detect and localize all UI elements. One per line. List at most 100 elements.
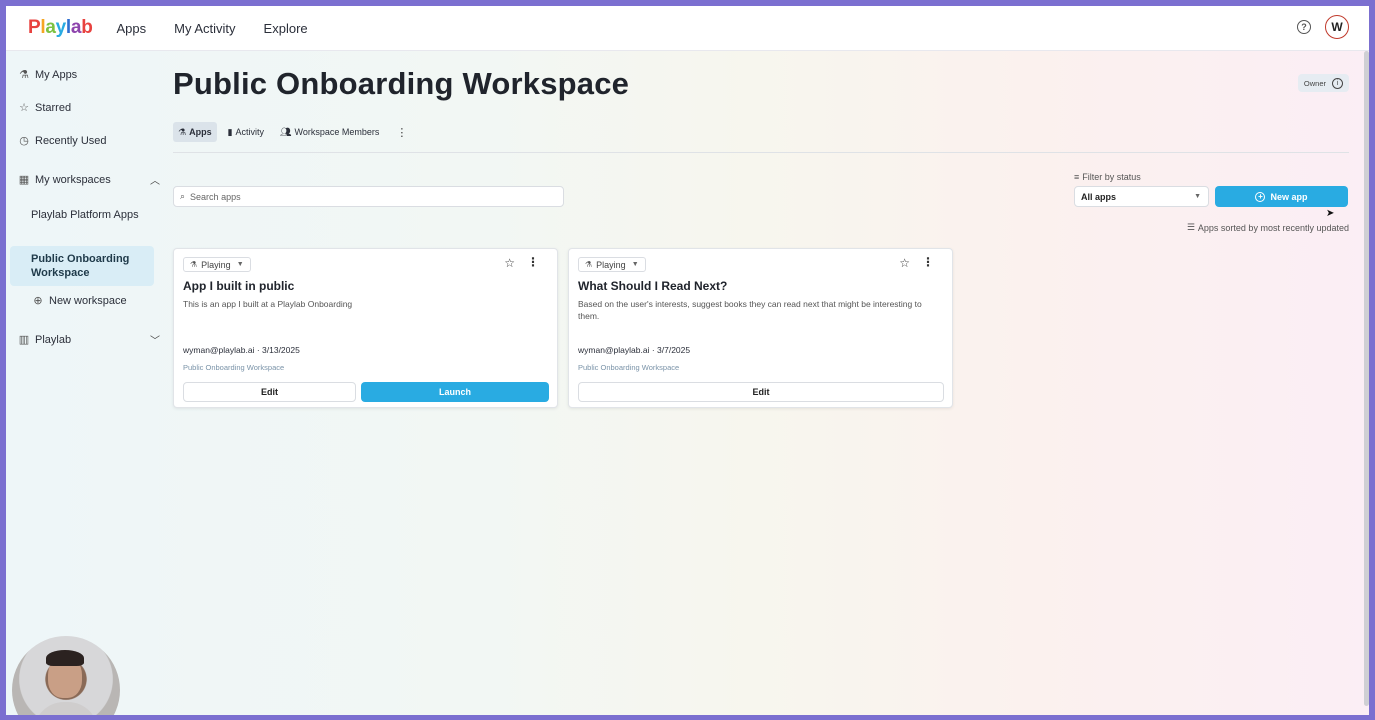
filter-icon: ≡ [1074,172,1080,182]
grid-icon: ▦ [18,174,30,186]
webcam-person-hair [46,650,84,666]
nav-my-activity[interactable]: My Activity [174,21,235,36]
more-options-icon[interactable]: ⋮ [396,126,407,139]
chevron-down-icon: ▼ [631,261,639,268]
flask-icon: ⚗ [178,126,187,137]
chevron-down-icon: ▼ [1194,193,1201,200]
content-area: ⚗ My Apps ☆ Starred ◷ Recently Used ▦ My… [6,51,1369,715]
logo-letter: P [28,17,41,38]
app-meta: wyman@playlab.ai · 3/7/2025 [578,345,691,355]
logo-letter: b [81,17,93,38]
playlab-logo[interactable]: Playlab [28,17,93,39]
plus-circle-icon: ⊕ [33,295,43,307]
tab-label: Workspace Members [294,127,380,137]
main-panel: Public Onboarding Workspace Owner i ⚗ Ap… [173,51,1349,715]
sidebar-item-new-workspace[interactable]: ⊕ New workspace [32,294,127,308]
edit-button[interactable]: Edit [578,382,944,402]
search-box[interactable]: ⌕ [173,186,564,207]
main-nav: Apps My Activity Explore [117,21,336,36]
star-icon[interactable]: ☆ [899,256,910,270]
new-app-button[interactable]: + New app [1215,186,1348,207]
status-filter-value: All apps [1081,191,1117,202]
sidebar-item-label: My workspaces [35,173,111,186]
star-icon: ☆ [19,102,29,114]
status-badge[interactable]: ⚗ Playing ▼ [578,257,646,272]
search-icon: ⌕ [180,191,186,201]
sidebar-item-label: Starred [35,101,72,114]
status-badge-label: Playing [201,259,231,270]
page-scrollbar[interactable] [1364,51,1369,706]
status-filter-select[interactable]: All apps ▼ [1074,186,1209,207]
app-workspace: Public Onboarding Workspace [183,363,285,372]
webcam-person-body [34,702,98,715]
sidebar-item-label: Recently Used [35,134,107,147]
top-navigation-bar: Playlab Apps My Activity Explore ? W [6,6,1369,51]
sidebar-item-label: My Apps [35,68,78,81]
sidebar-workspace-public-onboarding[interactable]: Public Onboarding Workspace [10,246,154,286]
building-icon: ▥ [18,334,30,346]
top-right-controls: ? W [1297,15,1349,39]
sidebar-workspace-playlab-platform-apps[interactable]: Playlab Platform Apps [10,202,154,228]
sidebar-item-starred[interactable]: ☆ Starred [18,101,72,115]
tab-apps[interactable]: ⚗ Apps [173,122,217,142]
sidebar-item-my-workspaces[interactable]: ▦ My workspaces ︿ [18,173,160,188]
chevron-up-icon[interactable]: ︿ [150,172,160,187]
plus-circle-icon: + [1255,191,1266,202]
sort-note-text: Apps sorted by most recently updated [1197,222,1349,233]
app-description: This is an app I built at a Playlab Onbo… [183,299,353,309]
info-icon[interactable]: i [1332,77,1343,89]
nav-apps[interactable]: Apps [117,21,147,36]
sort-icon: ☰ [1186,222,1195,232]
sort-note: ☰ Apps sorted by most recently updated [1187,222,1349,233]
app-card: ⚗ Playing ▼ ☆ ⋮ What Should I Read Next?… [568,248,953,408]
app-description: Based on the user's interests, suggest b… [578,299,922,321]
sidebar-item-label: Playlab [35,333,72,346]
chevron-down-icon: ▼ [236,261,244,268]
tab-label: Apps [189,127,212,137]
app-title: App I built in public [183,279,295,293]
app-title: What Should I Read Next? [578,279,728,293]
help-icon[interactable]: ? [1297,20,1311,34]
mouse-cursor-icon: ➤ [1326,208,1335,219]
role-badge: Owner i [1297,74,1349,92]
edit-button[interactable]: Edit [183,382,356,402]
flask-icon: ⚗ [585,260,593,269]
sidebar-item-recently-used[interactable]: ◷ Recently Used [18,134,107,148]
app-window: Playlab Apps My Activity Explore ? W ⚗ M… [6,6,1369,715]
filter-label-text: Filter by status [1082,172,1141,182]
star-icon[interactable]: ☆ [504,256,515,270]
tab-label: Activity [235,127,265,137]
chevron-down-icon[interactable]: ﹀ [150,332,160,347]
page-title: Public Onboarding Workspace [173,66,630,101]
flask-icon: ⚗ [19,69,29,81]
sidebar: ⚗ My Apps ☆ Starred ◷ Recently Used ▦ My… [6,51,161,715]
role-badge-label: Owner [1303,78,1326,88]
app-workspace: Public Onboarding Workspace [578,363,680,372]
tab-activity[interactable]: ▮ Activity [223,122,269,142]
sidebar-item-label: New workspace [49,294,127,307]
tab-workspace-members[interactable]: 👥︎ Workspace Members [275,122,384,142]
more-options-icon[interactable]: ⋮ [527,255,539,269]
clock-icon: ◷ [19,135,29,147]
logo-letter: y [55,17,67,38]
divider [173,152,1349,153]
app-card: ⚗ Playing ▼ ☆ ⋮ App I built in public Th… [173,248,558,408]
search-input[interactable] [190,191,551,202]
filter-label: ≡ Filter by status [1074,172,1141,182]
new-app-label: New app [1270,191,1308,202]
sidebar-item-my-apps[interactable]: ⚗ My Apps [18,68,78,82]
status-badge[interactable]: ⚗ Playing ▼ [183,257,251,272]
workspace-tabs: ⚗ Apps ▮ Activity 👥︎ Workspace Members ⋮ [173,122,407,142]
app-meta: wyman@playlab.ai · 3/13/2025 [183,345,300,355]
bar-chart-icon: ▮ [227,126,233,137]
status-badge-label: Playing [596,259,626,270]
more-options-icon[interactable]: ⋮ [922,255,934,269]
logo-letter: a [70,17,82,38]
user-avatar[interactable]: W [1325,15,1349,39]
launch-button[interactable]: Launch [361,382,549,402]
logo-letter: a [45,17,56,38]
sidebar-item-playlab[interactable]: ▥ Playlab ﹀ [18,333,160,348]
nav-explore[interactable]: Explore [264,21,308,36]
flask-icon: ⚗ [190,260,198,269]
users-icon: 👥︎ [280,126,292,137]
